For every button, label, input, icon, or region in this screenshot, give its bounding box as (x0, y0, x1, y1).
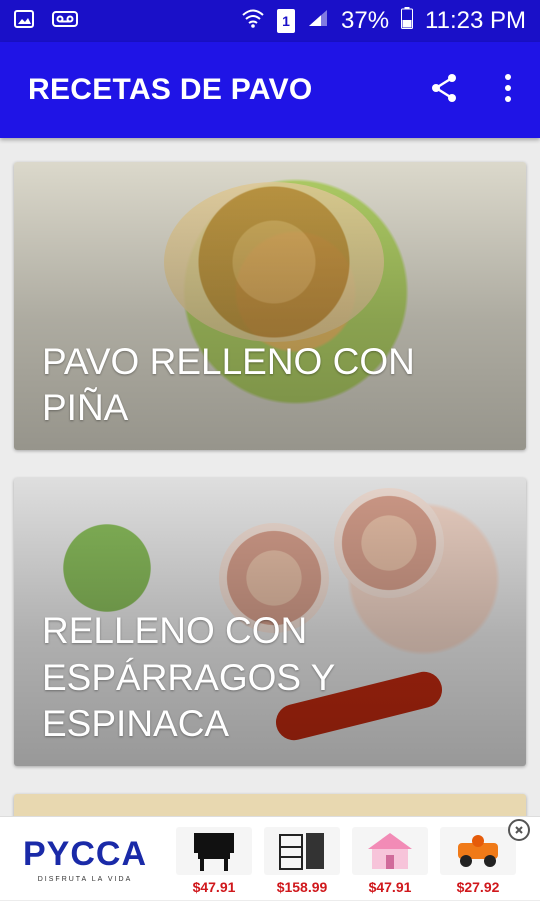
recipe-card-partial[interactable] (14, 794, 526, 816)
shelf-product-image (264, 826, 340, 875)
signal-icon (307, 7, 329, 35)
ad-price: $47.91 (368, 878, 412, 895)
ad-price: $47.91 (192, 878, 236, 895)
overflow-menu-icon[interactable] (504, 73, 512, 108)
sim-icon: 1 (277, 9, 295, 33)
piano-product-image (176, 826, 252, 875)
voicemail-icon (52, 10, 78, 32)
share-icon[interactable] (428, 72, 460, 109)
recipe-card[interactable]: PAVO RELLENO CON PIÑA (14, 162, 526, 450)
ad-product[interactable]: $47.91 (346, 817, 434, 901)
brand-tagline: DISFRUTA LA VIDA (37, 875, 133, 883)
ad-brand[interactable]: PYCCA DISFRUTA LA VIDA (0, 817, 170, 901)
recipe-title: PAVO RELLENO CON PIÑA (42, 340, 415, 429)
wifi-icon (241, 7, 265, 35)
toy-car-product-image (440, 826, 516, 875)
clock: 11:23 PM (425, 7, 526, 34)
status-right: 1 37% 11:23 PM (241, 6, 526, 36)
ad-banner[interactable]: PYCCA DISFRUTA LA VIDA $47.91 $158.99 $4… (0, 816, 540, 900)
brand-logo: PYCCA (22, 834, 148, 873)
recipe-list: PAVO RELLENO CON PIÑA RELLENO CON ESPÁRR… (0, 138, 540, 816)
playhouse-product-image (352, 826, 428, 875)
ad-price: $158.99 (276, 878, 328, 895)
battery-icon (401, 6, 414, 36)
ad-price: $27.92 (456, 878, 500, 895)
ad-product[interactable]: $47.91 (170, 817, 258, 901)
app-bar: RECETAS DE PAVO (0, 42, 540, 138)
recipe-card[interactable]: RELLENO CON ESPÁRRAGOS Y ESPINACA (14, 478, 526, 766)
recipe-title: RELLENO CON ESPÁRRAGOS Y ESPINACA (42, 610, 335, 745)
status-bar: 1 37% 11:23 PM (0, 0, 540, 42)
app-actions (428, 72, 512, 109)
ad-product[interactable]: $158.99 (258, 817, 346, 901)
battery-percent: 37% (341, 7, 390, 34)
ad-info-icon[interactable] (508, 819, 530, 841)
status-left (14, 9, 78, 33)
gallery-icon (14, 9, 34, 33)
app-title: RECETAS DE PAVO (28, 73, 313, 106)
